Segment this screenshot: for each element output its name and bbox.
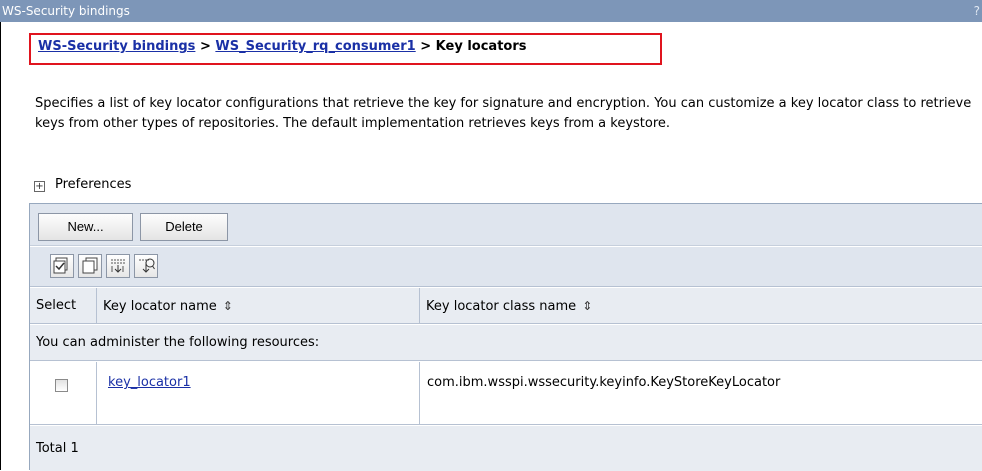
show-filter-icon[interactable] <box>106 254 130 278</box>
button-toolbar: New... Delete <box>30 204 982 246</box>
breadcrumb-current: Key locators <box>435 39 527 54</box>
row-checkbox[interactable] <box>55 379 68 392</box>
table-header: Select Key locator name ⇕ Key locator cla… <box>30 288 982 324</box>
column-header-key-locator-name[interactable]: Key locator name ⇕ <box>97 288 420 324</box>
column-header-select: Select <box>30 288 97 324</box>
window-title: WS-Security bindings <box>2 4 130 18</box>
admin-note-row: You can administer the following resourc… <box>30 325 982 361</box>
sort-icon[interactable]: ⇕ <box>223 299 233 313</box>
help-icon[interactable]: ? <box>974 0 980 22</box>
preferences-label: Preferences <box>55 177 132 192</box>
page-description: Specifies a list of key locator configur… <box>35 96 972 131</box>
column-header-key-locator-class-name[interactable]: Key locator class name ⇕ <box>420 288 982 324</box>
key-locators-panel: New... Delete Select Key locator name ⇕ … <box>29 203 982 471</box>
sort-icon[interactable]: ⇕ <box>582 299 592 313</box>
window-title-bar: WS-Security bindings ? <box>0 0 982 22</box>
breadcrumb-link-consumer[interactable]: WS_Security_rq_consumer1 <box>215 39 415 54</box>
column-label: Key locator class name <box>426 299 577 314</box>
breadcrumb-link-ws-security-bindings[interactable]: WS-Security bindings <box>38 39 195 54</box>
total-row: Total 1 <box>30 426 982 471</box>
new-button[interactable]: New... <box>38 213 133 241</box>
column-label: Key locator name <box>103 299 217 314</box>
breadcrumb-separator: > <box>199 39 211 54</box>
delete-button[interactable]: Delete <box>140 213 228 241</box>
breadcrumb: WS-Security bindings > WS_Security_rq_co… <box>29 33 662 65</box>
deselect-all-icon[interactable] <box>78 254 102 278</box>
expand-plus-icon[interactable]: + <box>34 181 45 192</box>
table-row: key_locator1 com.ibm.wsspi.wssecurity.ke… <box>30 362 982 425</box>
class-name-cell: com.ibm.wsspi.wssecurity.keyinfo.KeyStor… <box>427 375 781 390</box>
name-cell: key_locator1 <box>97 362 420 425</box>
select-cell <box>30 362 97 425</box>
breadcrumb-separator: > <box>420 39 432 54</box>
icon-toolbar <box>30 247 982 287</box>
clear-filter-icon[interactable] <box>134 254 158 278</box>
preferences-toggle[interactable]: + Preferences <box>34 177 131 192</box>
key-locator-link[interactable]: key_locator1 <box>108 375 191 390</box>
select-all-icon[interactable] <box>50 254 74 278</box>
